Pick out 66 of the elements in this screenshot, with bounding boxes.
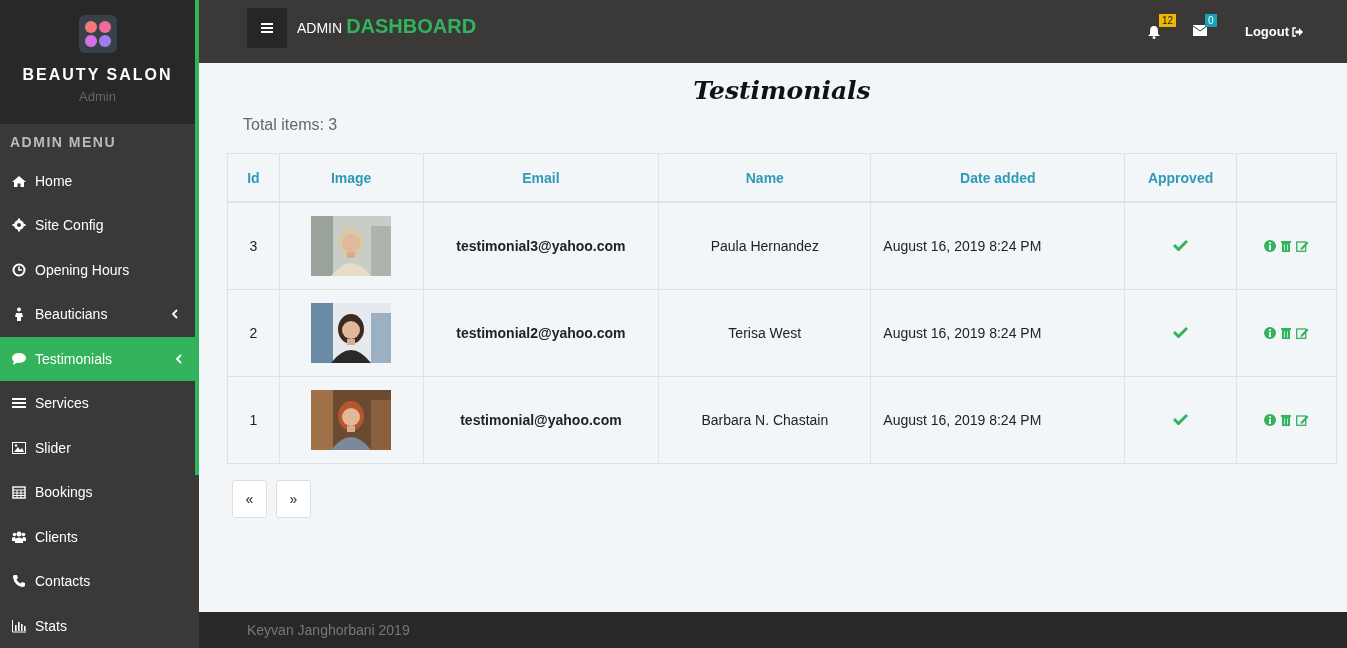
palette-logo-icon [78,15,117,53]
logout-link[interactable]: Logout [1244,24,1303,39]
trash-icon[interactable] [1279,414,1293,426]
brand-subtitle: Admin [79,89,116,104]
info-icon[interactable] [1263,414,1277,426]
sidebar-item[interactable]: Bookings [0,470,195,515]
dashboard-title: DASHBOARD [346,15,477,38]
date-cell: August 16, 2019 8:24 PM [870,376,1125,464]
envelope-icon [1192,24,1207,36]
name-cell: Barbara N. Chastain [658,376,871,464]
menu-icon [261,23,273,33]
clock-icon [12,262,26,277]
person-icon [12,307,26,322]
sidebar-item[interactable]: Site Config [0,203,195,248]
calendar-icon [12,485,26,500]
id-cell: 3 [227,202,280,290]
title-prefix: ADMIN [297,20,343,36]
message-count: 0 [1204,13,1217,27]
total-items: Total items: 3 [243,116,339,134]
date-cell: August 16, 2019 8:24 PM [870,202,1125,290]
trash-icon[interactable] [1279,240,1293,252]
sidebar-item[interactable]: Opening Hours [0,247,195,293]
info-icon[interactable] [1263,327,1277,339]
bar-chart-icon [12,618,26,633]
image-icon [12,440,26,455]
id-cell: 2 [227,289,280,377]
edit-icon[interactable] [1295,240,1309,252]
sidebar-item[interactable]: Clients [0,514,195,559]
sidebar-item[interactable]: Stats [0,603,195,648]
notification-count: 12 [1158,13,1177,27]
date-cell: August 16, 2019 8:24 PM [870,289,1125,377]
edit-icon[interactable] [1295,414,1309,426]
brand-title: BEAUTY SALON [22,66,173,84]
previous-page-button[interactable]: « [232,480,267,518]
sidebar-item[interactable]: Contacts [0,558,195,604]
sidebar-item[interactable]: Services [0,381,195,426]
menu-button[interactable] [247,8,287,48]
column-header: Id [227,153,280,202]
sidebar-item[interactable]: Slider [0,425,195,470]
bell-icon [1146,24,1161,39]
email-cell: testimonial@yahoo.com [423,376,659,464]
phone-icon [12,574,26,589]
id-cell: 1 [227,376,280,464]
footer-text: Keyvan Janghorbani 2019 [199,612,1347,648]
column-header: Date added [870,153,1125,202]
menu-heading: ADMIN MENU [9,132,117,152]
speech-bubble-icon [12,351,26,366]
name-cell: Paula Hernandez [658,202,871,290]
users-icon [12,529,26,544]
trash-icon[interactable] [1279,327,1293,339]
next-page-button[interactable]: » [276,480,311,518]
column-header: Email [423,153,659,202]
edit-icon[interactable] [1295,327,1309,339]
column-header: Image [279,153,424,202]
email-cell: testimonial3@yahoo.com [423,202,659,290]
column-header: Name [658,153,871,202]
name-cell: Terisa West [658,289,871,377]
sign-out-icon [1292,26,1303,37]
sidebar-item[interactable]: Beauticians [0,292,195,337]
column-header: Approved [1124,153,1237,202]
email-cell: testimonial2@yahoo.com [423,289,659,377]
info-icon[interactable] [1263,240,1277,252]
home-icon [12,173,26,188]
sidebar-item[interactable]: Home [0,158,195,204]
page-title: Testimonials [692,76,872,105]
list-icon [12,396,26,411]
